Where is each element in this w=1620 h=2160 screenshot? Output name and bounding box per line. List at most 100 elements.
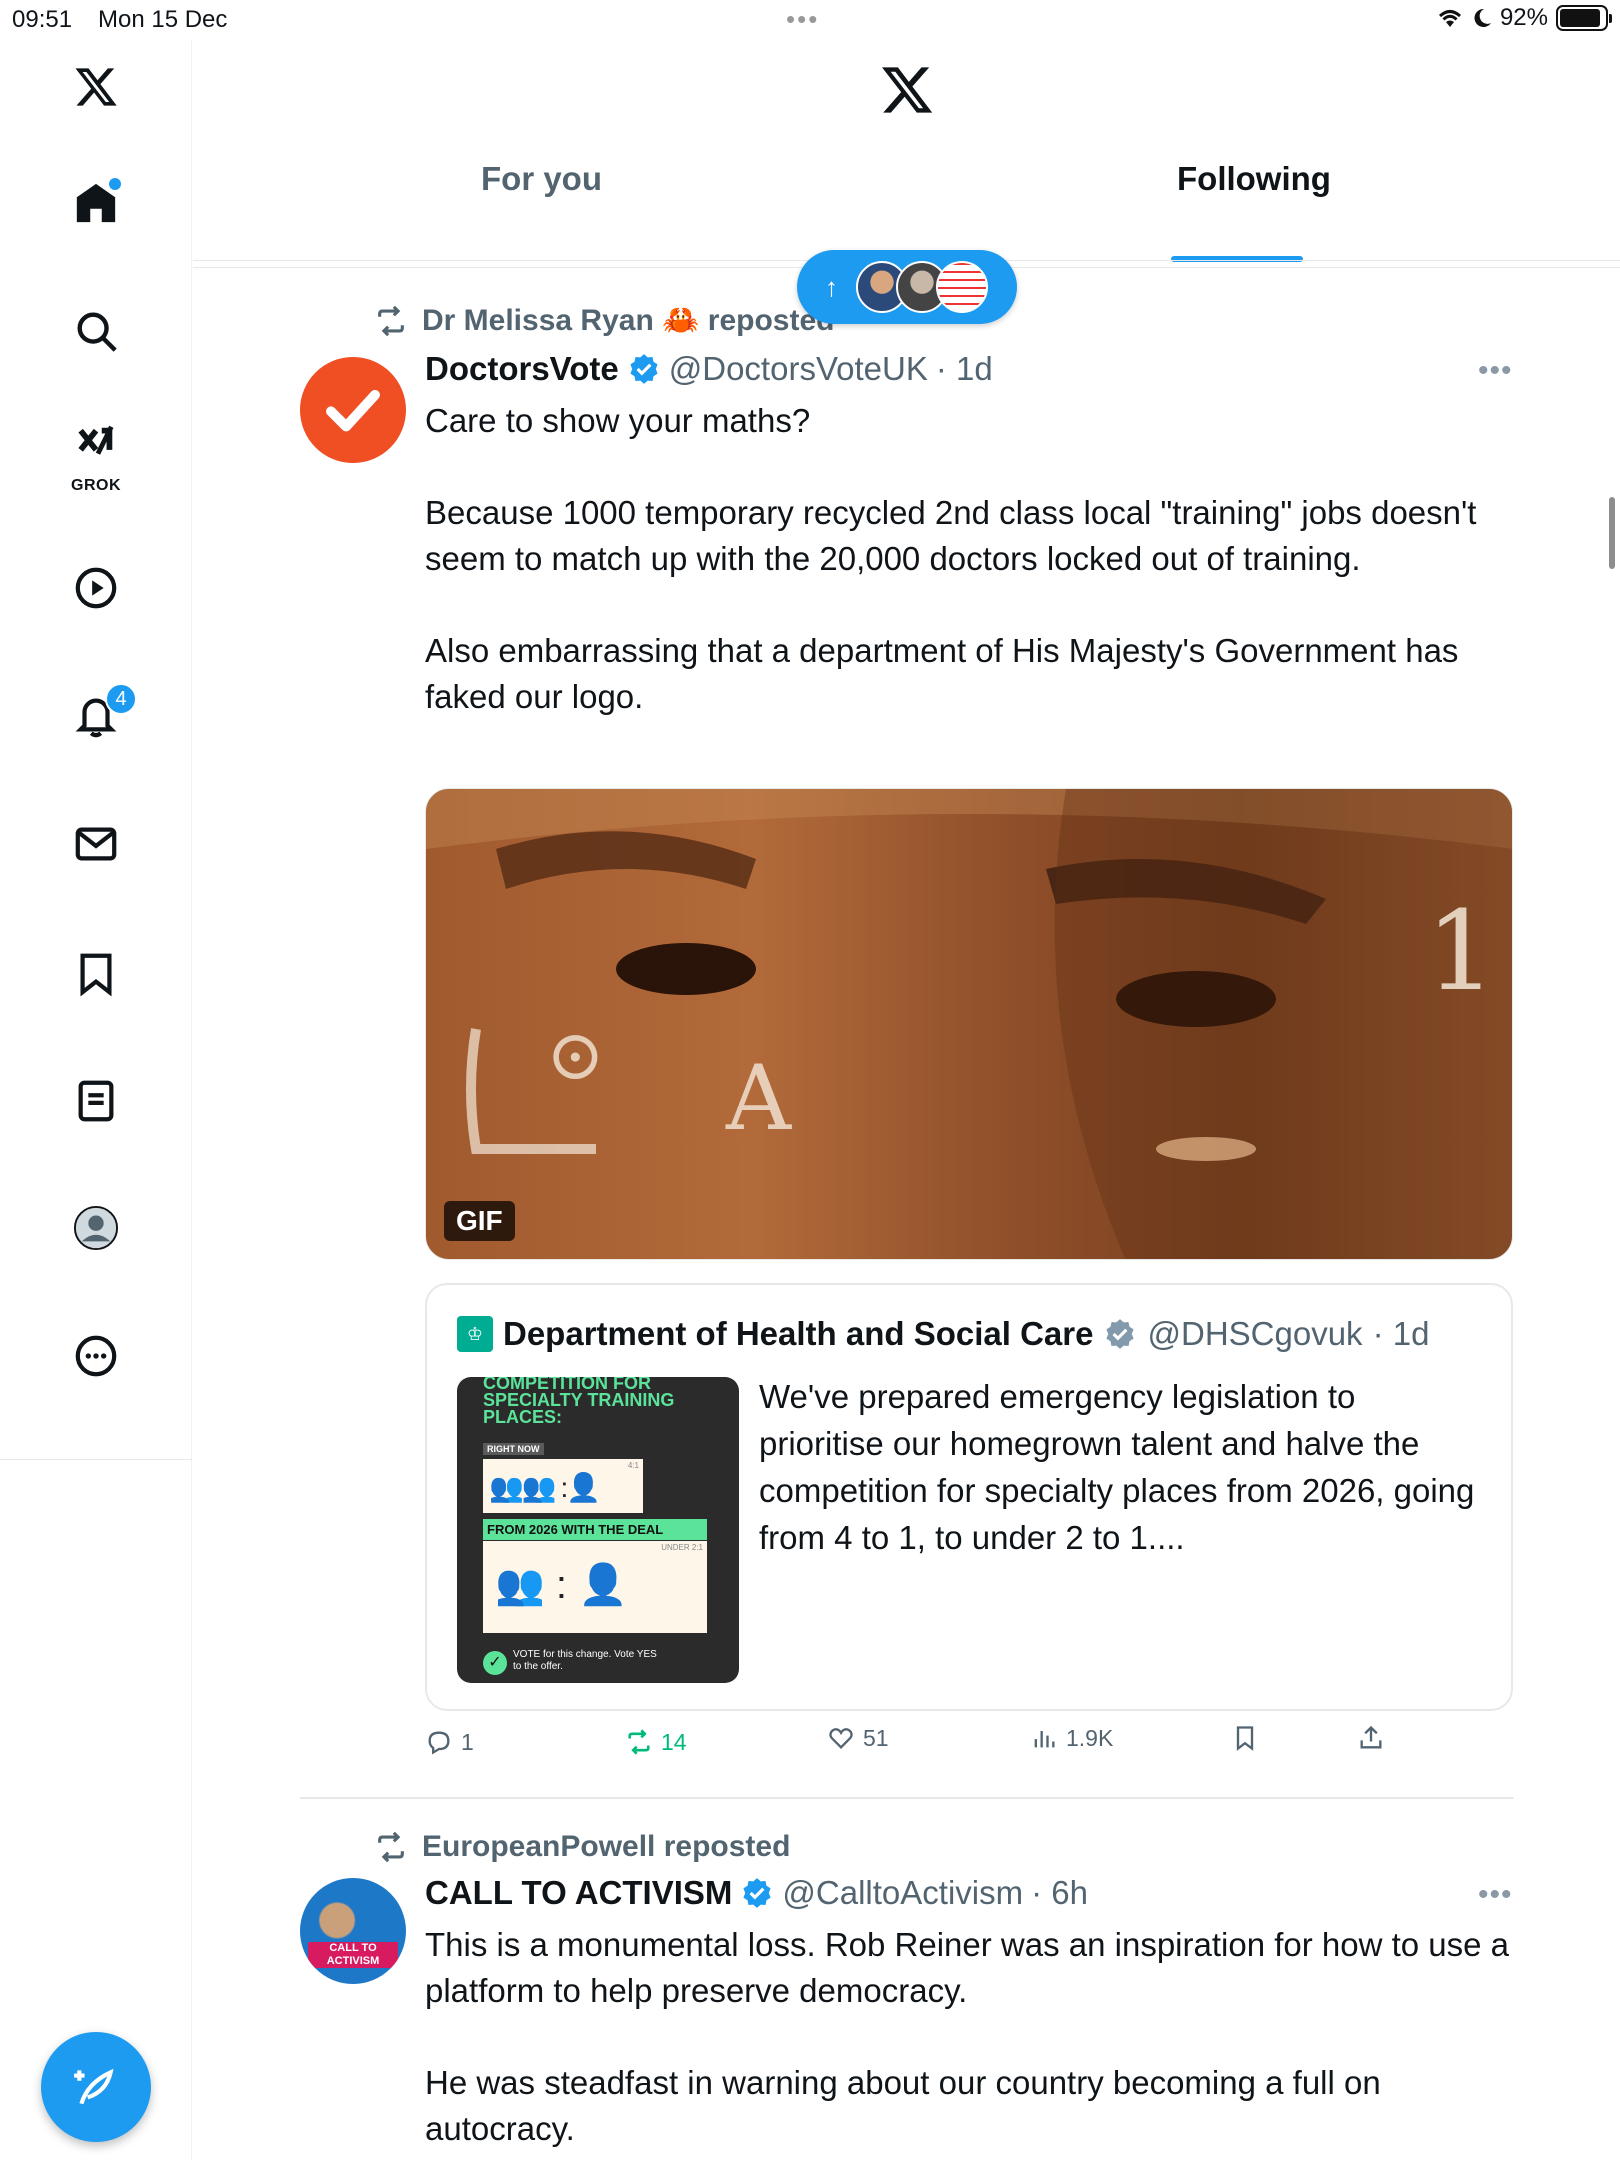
bookmarks-icon[interactable] bbox=[71, 948, 121, 998]
quote-author-line: ♔ Department of Health and Social Care @… bbox=[457, 1315, 1429, 1353]
repost-icon bbox=[378, 305, 404, 336]
reply-icon bbox=[428, 1731, 450, 1755]
wifi-icon bbox=[1438, 10, 1461, 27]
x-logo-icon[interactable] bbox=[71, 62, 121, 112]
messages-icon[interactable] bbox=[71, 819, 121, 869]
battery-percent: 92% bbox=[1499, 4, 1548, 31]
bookmark-button[interactable] bbox=[1231, 1724, 1259, 1752]
post-media-gif[interactable]: ⊙ A 1 GIF bbox=[425, 788, 1513, 1260]
sidebar: GROK 4 bbox=[0, 40, 192, 2160]
image-vote: VOTE for this change. Vote YES to the of… bbox=[513, 1649, 657, 1672]
post-time[interactable]: · 6h bbox=[1031, 1874, 1088, 1912]
moon-icon bbox=[1474, 8, 1491, 27]
author-handle[interactable]: @DoctorsVoteUK bbox=[669, 350, 928, 388]
scrollbar[interactable] bbox=[1609, 497, 1615, 569]
views-icon bbox=[1034, 1731, 1055, 1748]
repost-button[interactable]: 14 bbox=[625, 1728, 687, 1756]
repost-icon bbox=[378, 1831, 404, 1863]
image-panel-now: 4:1 👥👥 :👤 bbox=[483, 1459, 643, 1513]
doctor-icons: 👥👥 :👤 bbox=[489, 1472, 601, 1503]
avatar[interactable] bbox=[300, 357, 406, 463]
repost-label: EuropeanPowell reposted bbox=[422, 1830, 791, 1863]
post-author-line: CALL TO ACTIVISM @CalltoActivism · 6h bbox=[425, 1874, 1088, 1912]
battery-icon bbox=[1556, 5, 1612, 31]
verified-badge-icon bbox=[630, 354, 658, 384]
repost-icon bbox=[628, 1729, 650, 1755]
post-text: This is a monumental loss. Rob Reiner wa… bbox=[425, 1926, 1510, 2147]
svg-text:A: A bbox=[725, 1046, 792, 1151]
profile-icon[interactable] bbox=[71, 1203, 121, 1253]
image-right-now: RIGHT NOW bbox=[483, 1443, 544, 1455]
share-icon bbox=[1360, 1725, 1382, 1749]
arrow-up-icon: ↑ bbox=[825, 271, 838, 302]
status-time: 09:51 bbox=[12, 6, 73, 33]
notifications-icon[interactable]: 4 bbox=[71, 683, 137, 741]
tab-for-you[interactable]: For you bbox=[481, 160, 602, 198]
author-name[interactable]: DoctorsVote bbox=[425, 350, 619, 388]
repost-context[interactable]: Dr Melissa Ryan 🦀 reposted bbox=[374, 303, 835, 338]
quote-image: COMPETITION FOR SPECIALTY TRAINING PLACE… bbox=[457, 1377, 739, 1683]
more-menu-icon[interactable] bbox=[71, 1331, 121, 1381]
doctor-icons: 👥 : 👤 bbox=[495, 1563, 628, 1607]
notification-badge: 4 bbox=[105, 683, 137, 715]
author-name[interactable]: CALL TO ACTIVISM bbox=[425, 1874, 732, 1912]
x-logo-header-icon[interactable] bbox=[879, 62, 935, 118]
svg-text:1: 1 bbox=[1426, 887, 1496, 1015]
avatar[interactable]: CALL TO ACTIVISM bbox=[300, 1878, 406, 1984]
heart-icon bbox=[829, 1728, 853, 1749]
post-separator bbox=[300, 1797, 1514, 1799]
quote-author-name: Department of Health and Social Care bbox=[503, 1315, 1094, 1352]
status-bar: 09:51 Mon 15 Dec ••• 92% bbox=[0, 0, 1620, 40]
reply-button[interactable]: 1 bbox=[425, 1728, 474, 1756]
post-actions: 1 14 51 1.9K bbox=[425, 1725, 1425, 1768]
quoted-post[interactable]: ♔ Department of Health and Social Care @… bbox=[425, 1283, 1513, 1711]
home-icon[interactable] bbox=[71, 178, 121, 228]
views-button[interactable]: 1.9K bbox=[1030, 1724, 1113, 1752]
quote-text: We've prepared emergency legislation to … bbox=[759, 1378, 1475, 1556]
pill-avatars bbox=[856, 261, 988, 313]
active-tab-indicator bbox=[1171, 256, 1303, 262]
checkmark-icon bbox=[326, 389, 380, 432]
like-count: 51 bbox=[863, 1724, 889, 1751]
bookmark-icon bbox=[1236, 1726, 1254, 1751]
post-more-icon[interactable]: ••• bbox=[1478, 1878, 1513, 1912]
post-time[interactable]: · 1d bbox=[936, 350, 993, 388]
vote-check-icon: ✓ bbox=[483, 1651, 507, 1675]
quote-author-handle: @DHSCgovuk bbox=[1147, 1315, 1363, 1352]
image-ratio-new: UNDER 2:1 bbox=[661, 1543, 703, 1552]
sidebar-divider bbox=[0, 1459, 192, 1460]
like-button[interactable]: 51 bbox=[827, 1724, 889, 1752]
gif-image: ⊙ A 1 bbox=[426, 789, 1512, 1259]
search-icon[interactable] bbox=[71, 306, 121, 356]
avatar-text: CALL TO ACTIVISM bbox=[308, 1942, 398, 1968]
tab-following[interactable]: Following bbox=[1177, 160, 1331, 198]
lists-icon[interactable] bbox=[71, 1076, 121, 1126]
multitasking-dots-icon[interactable]: ••• bbox=[786, 4, 819, 35]
grok-label: GROK bbox=[71, 477, 121, 494]
compose-feather-icon bbox=[74, 2068, 114, 2105]
quote-time: · 1d bbox=[1372, 1315, 1430, 1352]
verified-badge-icon bbox=[743, 1878, 772, 1908]
views-count: 1.9K bbox=[1066, 1724, 1114, 1751]
gif-badge: GIF bbox=[444, 1201, 515, 1241]
repost-context[interactable]: EuropeanPowell reposted bbox=[374, 1830, 790, 1864]
repost-count: 14 bbox=[661, 1728, 687, 1755]
svg-text:⊙: ⊙ bbox=[546, 1014, 605, 1096]
repost-label: Dr Melissa Ryan 🦀 reposted bbox=[422, 304, 835, 337]
video-icon[interactable] bbox=[71, 563, 121, 613]
image-title: COMPETITION FOR SPECIALTY TRAINING PLACE… bbox=[483, 1377, 675, 1427]
share-button[interactable] bbox=[1357, 1724, 1385, 1752]
avatar bbox=[936, 261, 988, 313]
image-from-2026: FROM 2026 WITH THE DEAL bbox=[483, 1519, 707, 1540]
author-handle[interactable]: @CalltoActivism bbox=[782, 1874, 1023, 1912]
new-posts-pill[interactable]: ↑ bbox=[797, 250, 1017, 324]
grok-icon[interactable] bbox=[71, 421, 121, 471]
post-text: Care to show your maths? Because 1000 te… bbox=[425, 402, 1477, 715]
post-author-line: DoctorsVote @DoctorsVoteUK · 1d bbox=[425, 350, 993, 388]
post-more-icon[interactable]: ••• bbox=[1478, 354, 1513, 388]
home-unread-dot bbox=[109, 178, 121, 190]
verified-grey-badge-icon bbox=[1106, 1319, 1135, 1349]
reply-count: 1 bbox=[461, 1728, 474, 1755]
compose-button[interactable] bbox=[41, 2032, 151, 2142]
image-ratio-now: 4:1 bbox=[627, 1461, 639, 1470]
